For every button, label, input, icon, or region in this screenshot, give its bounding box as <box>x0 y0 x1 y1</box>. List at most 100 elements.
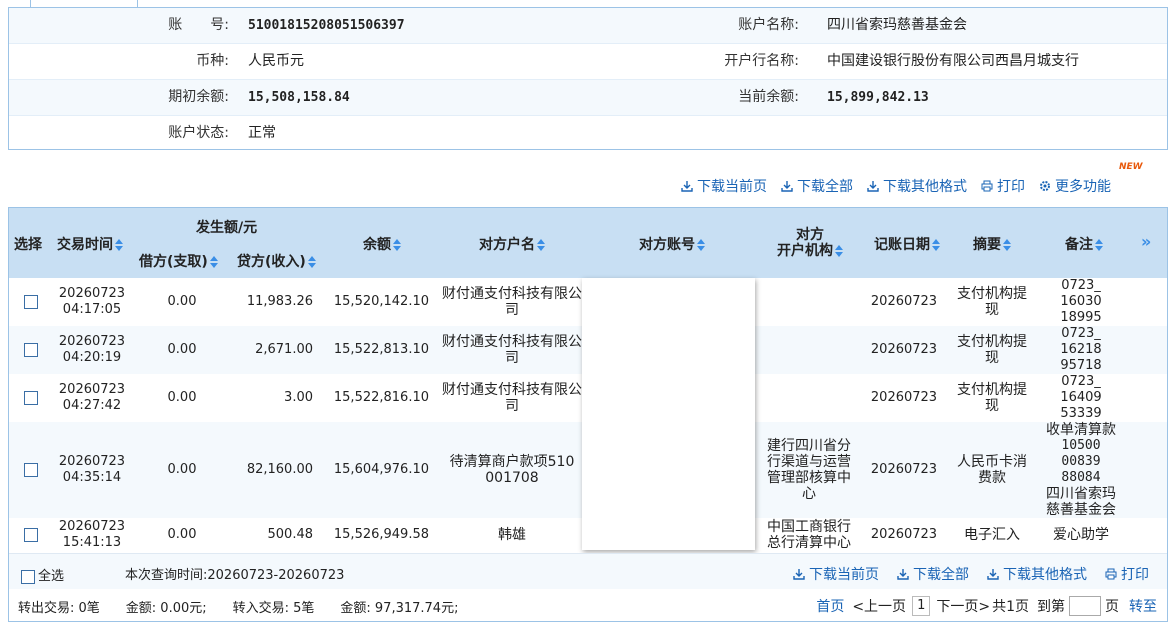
footer-download-page-label: 下载当前页 <box>809 567 879 583</box>
next-page-link[interactable]: 下一页> <box>936 596 990 616</box>
download-page-button[interactable]: 下载当前页 <box>681 176 767 196</box>
row-checkbox[interactable] <box>24 528 38 542</box>
summary-line2: 现 <box>985 398 999 414</box>
sort-icon[interactable] <box>537 239 545 251</box>
header-counter-bank[interactable]: 对方 开户机构 <box>777 227 843 259</box>
remark-line: 00839 <box>1061 454 1101 469</box>
select-all-label: 全选 <box>38 569 65 584</box>
prev-page-link[interactable]: <上一页 <box>852 596 906 616</box>
remark-line: 16030 <box>1060 294 1102 309</box>
row-checkbox[interactable] <box>24 463 38 477</box>
post-date-cell: 20260723 <box>870 294 938 309</box>
currency-label: 币种: <box>196 53 229 69</box>
current-page[interactable]: 1 <box>912 596 931 616</box>
goto-page-input[interactable] <box>1069 596 1101 616</box>
header-debit[interactable]: 借方(支取) <box>139 251 218 271</box>
remark-line: 95718 <box>1060 358 1102 373</box>
time-date: 20260723 <box>58 286 126 301</box>
counter-name-cell: 财付通支付科技有限公司 <box>439 374 585 422</box>
sort-icon[interactable] <box>307 256 316 268</box>
more-functions-label: 更多功能 <box>1055 179 1111 195</box>
select-all[interactable]: 全选 <box>21 565 64 584</box>
sort-icon[interactable] <box>209 256 218 268</box>
header-credit[interactable]: 贷方(收入) <box>237 251 316 271</box>
counter-name-cell: 韩雄 <box>498 527 526 543</box>
credit-cell: 11,983.26 <box>246 294 313 309</box>
header-remark[interactable]: 备注 <box>1065 234 1103 254</box>
remark-cell: 收单清算款 10500 00839 88084 四川省索玛 慈善基金会 <box>1035 422 1127 518</box>
footer-download-page-button[interactable]: 下载当前页 <box>793 564 879 584</box>
sort-icon[interactable] <box>1095 239 1103 251</box>
footer-print-button[interactable]: 打印 <box>1105 564 1149 584</box>
download-icon <box>867 181 879 192</box>
sort-icon[interactable] <box>1003 239 1011 251</box>
header-balance-label: 余额 <box>363 237 391 253</box>
header-counter-account[interactable]: 对方账号 <box>639 234 705 254</box>
download-other-button[interactable]: 下载其他格式 <box>867 176 967 196</box>
total-pages: 共1页 <box>992 599 1029 615</box>
account-row-1: 账 号: 51001815208051506397 账户名称: 四川省索玛慈善基… <box>9 8 1167 43</box>
more-columns-icon[interactable]: » <box>1141 232 1151 251</box>
active-tab[interactable] <box>30 0 138 8</box>
header-counter-name[interactable]: 对方户名 <box>479 234 545 254</box>
balance-cell: 15,526,949.58 <box>333 527 429 542</box>
sort-icon[interactable] <box>393 239 401 251</box>
sort-icon[interactable] <box>697 239 705 251</box>
row-checkbox[interactable] <box>24 343 38 357</box>
remark-cell: 0723_ 16409 53339 <box>1049 374 1113 422</box>
summary-line1: 人民币卡消 <box>957 454 1027 470</box>
time-clock: 04:17:05 <box>62 302 122 317</box>
first-page-link[interactable]: 首页 <box>816 596 844 616</box>
row-checkbox[interactable] <box>24 295 38 309</box>
header-balance[interactable]: 余额 <box>363 234 401 254</box>
time-date: 20260723 <box>58 454 126 469</box>
sort-icon[interactable] <box>115 239 123 251</box>
counter-bank-cell: 建行四川省分 行渠道与运营 管理部核算中心 <box>761 422 857 518</box>
header-time-label: 交易时间 <box>57 237 113 253</box>
counter-bank-line: 总行清算中心 <box>767 535 851 551</box>
header-counter-account-label: 对方账号 <box>639 237 695 253</box>
select-all-checkbox[interactable] <box>21 569 35 584</box>
sort-icon[interactable] <box>932 239 940 251</box>
header-credit-label: 贷方(收入) <box>237 254 306 270</box>
header-debit-label: 借方(支取) <box>139 254 208 270</box>
remark-line: 收单清算款 <box>1046 422 1116 438</box>
header-summary[interactable]: 摘要 <box>973 234 1011 254</box>
counter-name-line2: 司 <box>505 398 519 414</box>
counter-name-cell: 财付通支付科技有限公司 <box>439 278 585 326</box>
row-checkbox-cell <box>19 422 43 518</box>
balance-cell: 15,604,976.10 <box>333 462 429 477</box>
summary-line2: 现 <box>985 350 999 366</box>
header-post-date[interactable]: 记账日期 <box>874 234 940 254</box>
footer-download-other-button[interactable]: 下载其他格式 <box>987 564 1087 584</box>
remark-line: 16218 <box>1060 342 1102 357</box>
debit-cell: 0.00 <box>167 462 197 477</box>
summary-line2: 费款 <box>978 470 1006 486</box>
more-functions-button[interactable]: 更多功能 <box>1039 176 1111 196</box>
grid-footer-actions: 全选 本次查询时间:20260723-20260723 下载当前页 下载全部 下… <box>9 553 1167 589</box>
print-button[interactable]: 打印 <box>981 176 1025 196</box>
download-all-button[interactable]: 下载全部 <box>781 176 853 196</box>
grid-header: 选择 交易时间 发生额/元 借方(支取) 贷方(收入) 余额 对方户名 对方账号… <box>9 208 1167 278</box>
time-date: 20260723 <box>58 519 126 534</box>
footer-action-bar: 下载当前页 下载全部 下载其他格式 打印 <box>793 564 1149 584</box>
row-checkbox[interactable] <box>24 391 38 405</box>
bank-name-value: 中国建设银行股份有限公司西昌月城支行 <box>827 53 1079 69</box>
sort-icon[interactable] <box>835 245 843 257</box>
printer-icon <box>1105 568 1117 580</box>
header-time[interactable]: 交易时间 <box>57 234 123 254</box>
summary-cell: 支付机构提现 <box>949 374 1035 422</box>
print-label: 打印 <box>997 179 1025 195</box>
counter-name-line1: 待清算商户款项510 <box>449 454 575 470</box>
counter-bank-line: 中国工商银行 <box>767 519 851 535</box>
remark-line: 0723_ <box>1061 326 1101 341</box>
opening-balance-label: 期初余额: <box>168 89 229 105</box>
footer-download-all-button[interactable]: 下载全部 <box>897 564 969 584</box>
remark-cell: 爱心助学 <box>1053 527 1109 543</box>
download-icon <box>793 569 805 580</box>
row-checkbox-cell <box>19 374 43 422</box>
time-cell: 20260723 04:17:05 <box>55 278 129 326</box>
goto-button[interactable]: 转至 <box>1129 596 1157 616</box>
credit-cell: 500.48 <box>267 527 314 542</box>
download-icon <box>681 181 693 192</box>
